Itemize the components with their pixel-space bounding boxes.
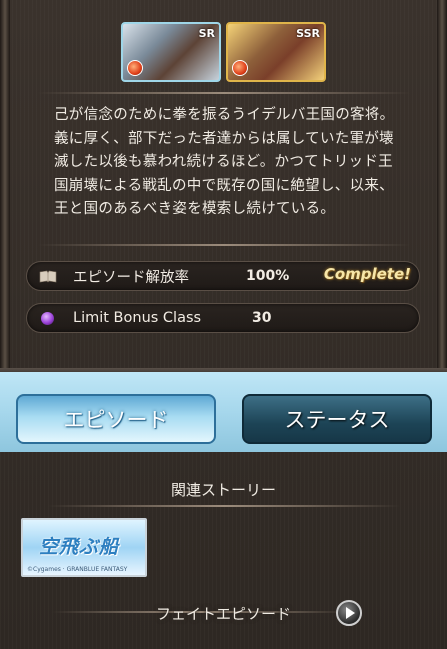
banner-title: 空飛ぶ船: [39, 536, 120, 558]
purple-orb-icon: [41, 312, 54, 325]
limit-bonus-value: 30: [252, 310, 272, 326]
banner-copyright: ©Cygames · GRANBLUE FANTASY: [27, 566, 128, 573]
episode-unlock-row: エピソード解放率 100% Complete!: [26, 261, 420, 291]
play-icon[interactable]: [336, 600, 362, 626]
frame-left-edge: [0, 0, 10, 378]
portrait-ssr-thumbnail[interactable]: SSR: [226, 22, 326, 82]
rarity-label-sr: SR: [198, 27, 215, 40]
episode-unlock-value: 100%: [246, 268, 290, 284]
fire-orb-icon: [127, 60, 143, 76]
divider: [48, 505, 400, 507]
related-story-banner[interactable]: 空飛ぶ船 ©Cygames · GRANBLUE FANTASY: [21, 518, 147, 577]
limit-bonus-row: Limit Bonus Class 30: [26, 303, 420, 333]
rarity-label-ssr: SSR: [296, 27, 320, 40]
portrait-sr-thumbnail[interactable]: SR: [121, 22, 221, 82]
frame-right-edge: [437, 0, 447, 378]
limit-bonus-label: Limit Bonus Class: [73, 310, 202, 326]
divider: [38, 244, 410, 246]
tab-episode[interactable]: エピソード: [16, 394, 216, 444]
character-profile-text: 己が信念のために拳を振るうイデルバ王国の客将。義に厚く、部下だった者達からは属し…: [54, 107, 395, 217]
book-icon: [39, 270, 57, 283]
tab-status[interactable]: ステータス: [242, 394, 432, 444]
complete-badge: Complete!: [323, 265, 411, 283]
related-story-heading: 関連ストーリー: [170, 481, 276, 499]
fire-orb-icon: [232, 60, 248, 76]
fate-episode-label: フェイトエピソード: [155, 605, 291, 623]
episode-unlock-label: エピソード解放率: [73, 269, 189, 286]
divider: [38, 92, 410, 94]
